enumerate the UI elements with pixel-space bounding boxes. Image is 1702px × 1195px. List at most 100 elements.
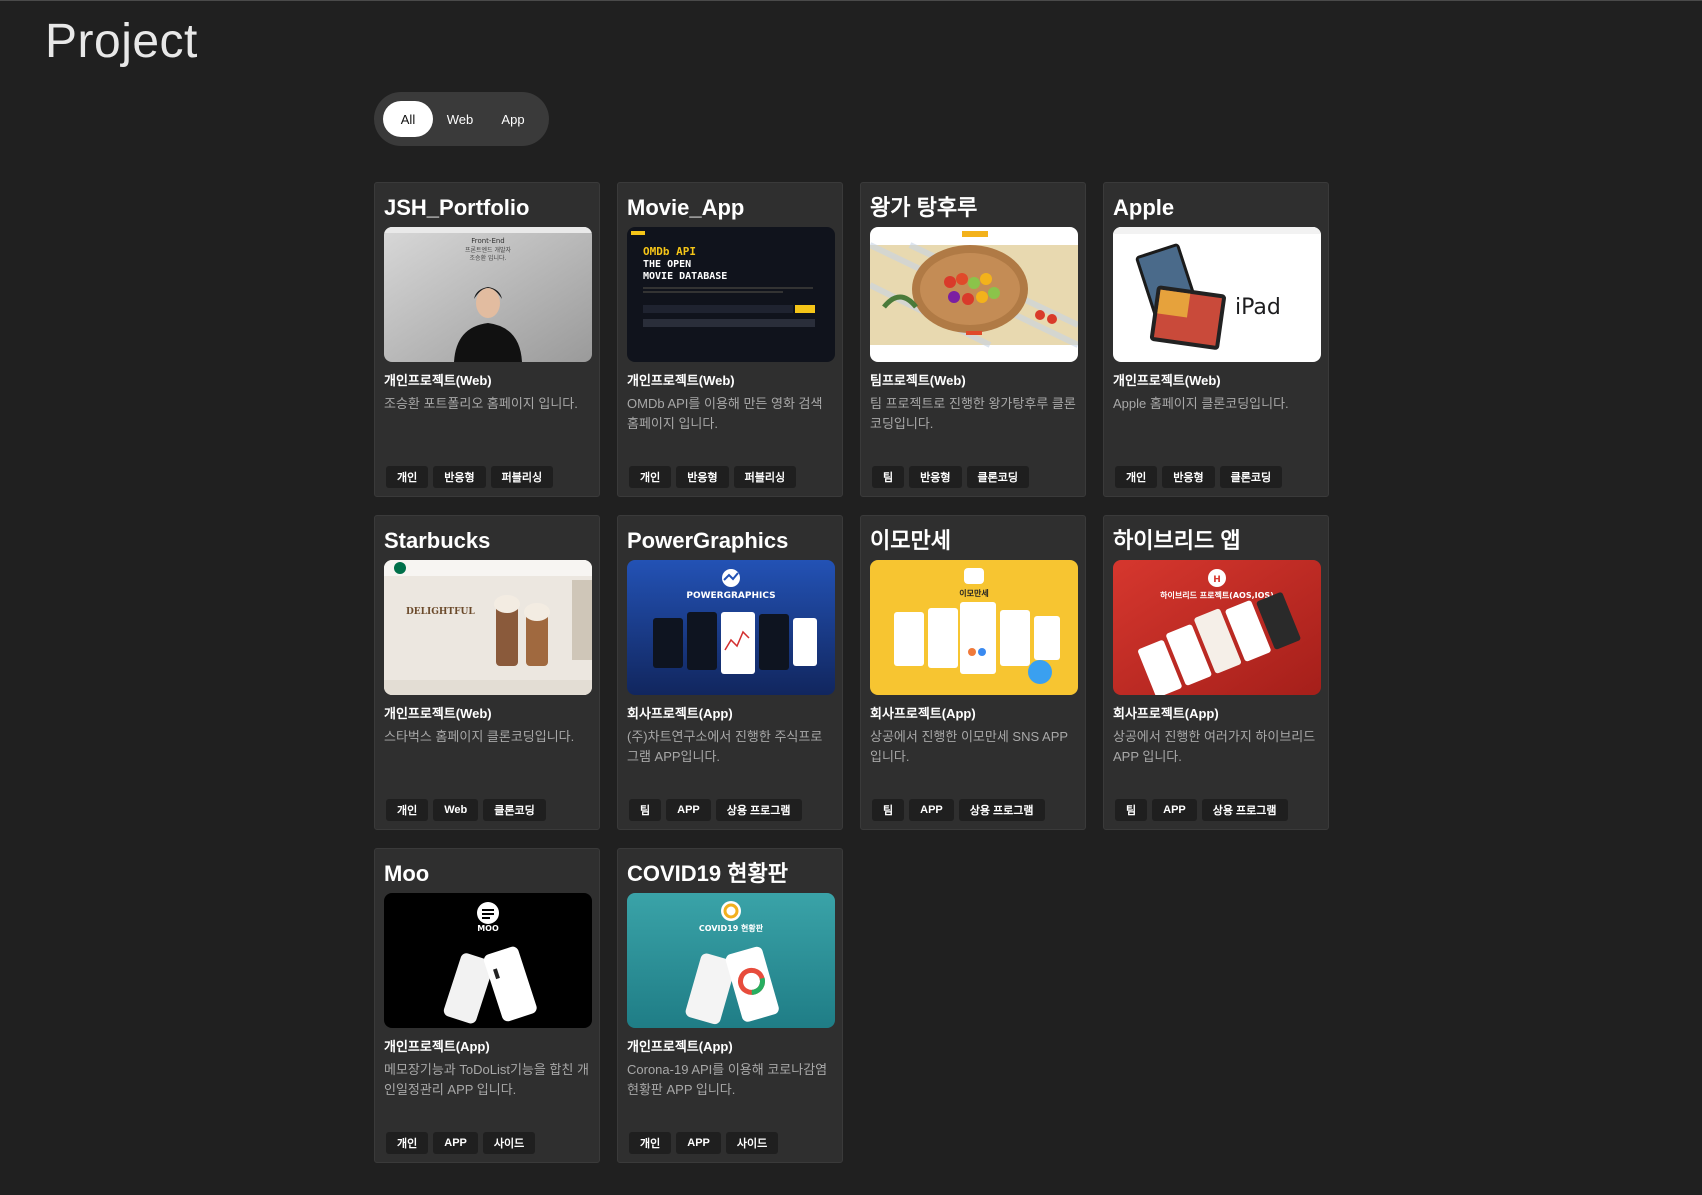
tag: 상용 프로그램 [1201, 799, 1288, 821]
project-thumbnail[interactable]: DELIGHTFUL [384, 560, 592, 695]
tag: 사이드 [725, 1132, 779, 1154]
thumb-text-3: 조승환 입니다. [470, 254, 507, 262]
project-thumbnail[interactable]: POWERGRAPHICS [627, 560, 835, 695]
covid19-thumbnail-image: COVID19 현황판 [627, 893, 835, 1028]
project-card-moo[interactable]: Moo MOO 개인프로젝트(App) 메모장기능과 ToDoList기능을 합… [374, 848, 600, 1163]
card-description: 메모장기능과 ToDoList기능을 합친 개인일정관리 APP 입니다. [384, 1062, 589, 1097]
tag: 반응형 [433, 466, 486, 488]
project-card-starbucks[interactable]: Starbucks DELIGHTFUL 개인프로젝트(Web) 스타벅스 홈페… [374, 515, 600, 830]
tag: 퍼블리싱 [733, 466, 797, 488]
tag: 개인 [629, 1132, 672, 1154]
thumb-text-1: COVID19 현황판 [699, 923, 764, 933]
card-title: 이모만세 [870, 528, 951, 553]
thumb-text-1: POWERGRAPHICS [686, 591, 775, 601]
tag: APP [676, 1132, 721, 1154]
moo-thumbnail-image: MOO [384, 893, 592, 1028]
filter-app-button[interactable]: App [487, 101, 539, 137]
powergraphics-thumbnail-image: POWERGRAPHICS [627, 560, 835, 695]
card-kind: 개인프로젝트(App) [627, 1039, 733, 1054]
thumb-text-1: 하이브리드 프로젝트(AOS,IOS) [1160, 590, 1274, 600]
project-thumbnail[interactable]: OMDb API THE OPEN MOVIE DATABASE [627, 227, 835, 362]
tanghulu-thumbnail-image [870, 227, 1078, 362]
project-card-jsh-portfolio[interactable]: JSH_Portfolio Front-End 프론트엔드 개발자 조승환 입니… [374, 182, 600, 497]
tag-list: 팀 반응형 클론코딩 [872, 466, 1029, 488]
svg-text:H: H [1213, 575, 1221, 585]
project-card-apple[interactable]: Apple iPad 개인프로젝트(Web) Apple 홈페이지 클론코딩입니… [1103, 182, 1329, 497]
tag: APP [433, 1132, 478, 1154]
project-thumbnail[interactable]: MOO [384, 893, 592, 1028]
card-kind: 개인프로젝트(Web) [384, 706, 492, 721]
tag: 반응형 [1162, 466, 1215, 488]
tag: 클론코딩 [1219, 466, 1283, 488]
tag: APP [1152, 799, 1197, 821]
project-thumbnail[interactable]: iPad [1113, 227, 1321, 362]
project-thumbnail[interactable]: COVID19 현황판 [627, 893, 835, 1028]
top-divider [0, 0, 1702, 1]
tag-list: 팀 APP 상용 프로그램 [629, 799, 802, 821]
tag-list: 개인 APP 사이드 [629, 1132, 779, 1154]
thumb-text-2: 프론트엔드 개발자 [465, 246, 512, 254]
card-kind: 회사프로젝트(App) [870, 706, 976, 721]
card-description: 팀 프로젝트로 진행한 왕가탕후루 클론코딩입니다. [870, 396, 1076, 431]
project-grid: JSH_Portfolio Front-End 프론트엔드 개발자 조승환 입니… [374, 182, 1329, 1163]
card-kind: 회사프로젝트(App) [627, 706, 733, 721]
thumb-text-1: iPad [1235, 295, 1281, 320]
card-description: Corona-19 API를 이용해 코로나감염현황판 APP 입니다. [627, 1062, 828, 1097]
tag: 팀 [872, 466, 905, 488]
thumb-text-1: DELIGHTFUL [406, 607, 475, 617]
imomanse-thumbnail-image: 이모만세 [870, 560, 1078, 695]
portfolio-thumbnail-image: Front-End 프론트엔드 개발자 조승환 입니다. [384, 227, 592, 362]
tag: 사이드 [482, 1132, 536, 1154]
hybrid-thumbnail-image: H 하이브리드 프로젝트(AOS,IOS) [1113, 560, 1321, 695]
card-kind: 개인프로젝트(Web) [627, 373, 735, 388]
project-thumbnail[interactable]: H 하이브리드 프로젝트(AOS,IOS) [1113, 560, 1321, 695]
tag-list: 팀 APP 상용 프로그램 [1115, 799, 1288, 821]
tag: 팀 [1115, 799, 1148, 821]
thumb-text-1: OMDb API [643, 245, 696, 258]
page-title: Project [45, 15, 198, 68]
tag: 클론코딩 [483, 799, 546, 821]
starbucks-thumbnail-image: DELIGHTFUL [384, 560, 592, 695]
thumb-text-1: Front-End [471, 237, 505, 245]
thumb-text-1: MOO [477, 924, 499, 933]
card-description: 상공에서 진행한 이모만세 SNS APP 입니다. [870, 729, 1068, 764]
card-description: 스타벅스 홈페이지 클론코딩입니다. [384, 729, 575, 744]
card-description: Apple 홈페이지 클론코딩입니다. [1113, 396, 1289, 411]
project-card-powergraphics[interactable]: PowerGraphics POWERGRAPHICS 회사프로젝트(App) … [617, 515, 843, 830]
project-card-imomanse[interactable]: 이모만세 이모만세 회사프로젝트(App) 상공에서 진행한 이모만세 SNS … [860, 515, 1086, 830]
tag: 팀 [872, 799, 905, 821]
tag: 클론코딩 [966, 466, 1029, 488]
card-description: OMDb API를 이용해 만든 영화 검색 홈페이지 입니다. [627, 396, 823, 431]
card-title: Moo [384, 861, 430, 886]
filter-all-button[interactable]: All [383, 101, 433, 137]
tag: 개인 [1115, 466, 1158, 488]
tag: 상용 프로그램 [715, 799, 802, 821]
tag-list: 개인 Web 클론코딩 [386, 799, 546, 821]
tag: Web [433, 799, 479, 821]
tag-list: 팀 APP 상용 프로그램 [872, 799, 1045, 821]
filter-web-button[interactable]: Web [433, 101, 487, 137]
project-card-tanghulu[interactable]: 왕가 탕후루 팀프로젝트(Web) 팀 프로젝트로 진행한 왕가탕후루 클론코딩… [860, 182, 1086, 497]
project-card-movie-app[interactable]: Movie_App OMDb API THE OPEN MOVIE DATABA… [617, 182, 843, 497]
card-title: PowerGraphics [627, 528, 789, 553]
card-title: 하이브리드 앱 [1113, 528, 1241, 553]
tag: 개인 [629, 466, 672, 488]
tag: 반응형 [676, 466, 729, 488]
tag: 상용 프로그램 [958, 799, 1045, 821]
filter-bar: All Web App [374, 92, 549, 146]
tag: 팀 [629, 799, 662, 821]
project-thumbnail[interactable]: Front-End 프론트엔드 개발자 조승환 입니다. [384, 227, 592, 362]
card-description: (주)차트연구소에서 진행한 주식프로그램 APP입니다. [627, 729, 823, 764]
project-card-hybrid-app[interactable]: 하이브리드 앱 H 하이브리드 프로젝트(AOS,IOS) 회사프로젝트(App… [1103, 515, 1329, 830]
project-card-covid19[interactable]: COVID19 현황판 COVID19 현황판 개인프로젝트(App) Coro… [617, 848, 843, 1163]
tag-list: 개인 반응형 퍼블리싱 [386, 466, 554, 488]
project-thumbnail[interactable]: 이모만세 [870, 560, 1078, 695]
tag: APP [666, 799, 711, 821]
tag: 개인 [386, 1132, 429, 1154]
tag: 개인 [386, 466, 429, 488]
thumb-text-3: MOVIE DATABASE [643, 271, 727, 282]
project-thumbnail[interactable] [870, 227, 1078, 362]
card-title: COVID19 현황판 [627, 861, 788, 886]
tag: APP [909, 799, 954, 821]
tag-list: 개인 반응형 클론코딩 [1115, 466, 1283, 488]
